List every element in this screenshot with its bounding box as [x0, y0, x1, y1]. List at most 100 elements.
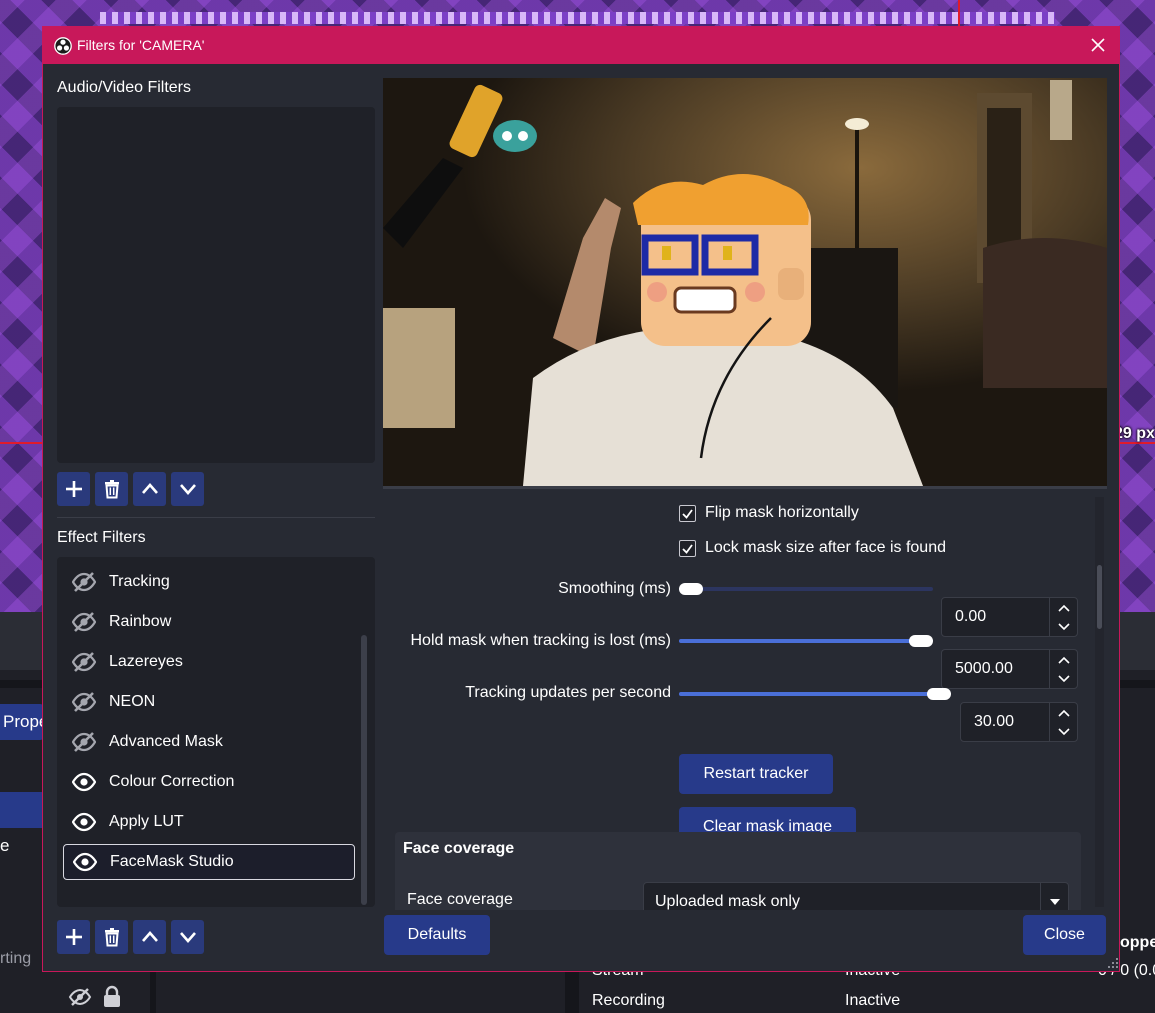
slider-fill — [679, 639, 921, 643]
effect-filter-item[interactable]: Rainbow — [63, 604, 355, 640]
eye-hidden-icon[interactable] — [71, 612, 97, 632]
defaults-button[interactable]: Defaults — [384, 915, 490, 955]
audio-video-filter-list[interactable] — [57, 107, 375, 463]
effect-filter-label: Colour Correction — [109, 773, 235, 790]
tracking-ups-label: Tracking updates per second — [465, 684, 671, 701]
lock-icon[interactable] — [101, 985, 123, 1009]
checkmark-icon — [682, 508, 693, 519]
effect-list-scrollbar[interactable] — [361, 635, 367, 905]
spin-arrows — [1049, 650, 1077, 688]
slider-handle[interactable] — [679, 583, 703, 595]
effect-filter-item[interactable]: Apply LUT — [63, 804, 355, 840]
lock-mask-label: Lock mask size after face is found — [705, 539, 946, 556]
hold-mask-spinbox[interactable]: 5000.00 — [941, 649, 1078, 689]
dock-separator — [565, 970, 579, 1013]
chevron-up-icon — [1057, 656, 1070, 664]
checkmark-icon — [682, 543, 693, 554]
resize-grip-icon[interactable] — [1107, 957, 1119, 969]
spin-up-button[interactable] — [1050, 650, 1077, 669]
section-divider — [57, 517, 375, 518]
lock-mask-checkbox-row[interactable]: Lock mask size after face is found — [679, 539, 946, 557]
properties-button[interactable]: Prope — [0, 704, 44, 740]
close-button[interactable]: Close — [1023, 915, 1106, 955]
eye-hidden-icon[interactable] — [71, 572, 97, 592]
remove-effect-button[interactable] — [95, 920, 128, 954]
move-up-button[interactable] — [133, 472, 166, 506]
flip-mask-label: Flip mask horizontally — [705, 504, 859, 521]
stats-recording-label: Recording — [592, 992, 665, 1009]
tracking-ups-slider[interactable] — [679, 685, 951, 703]
flip-mask-checkbox-row[interactable]: Flip mask horizontally — [679, 504, 859, 522]
hold-mask-value[interactable]: 5000.00 — [942, 660, 1049, 678]
dialog-title: Filters for 'CAMERA' — [77, 37, 205, 53]
effect-filter-label: Tracking — [109, 573, 170, 590]
eye-icon[interactable] — [71, 812, 97, 832]
smoothing-spinbox[interactable]: 0.00 — [941, 597, 1078, 637]
chevron-down-icon — [1057, 727, 1070, 735]
dropdown-button[interactable] — [1040, 883, 1068, 910]
spin-up-button[interactable] — [1050, 598, 1077, 617]
face-coverage-group-title: Face coverage — [403, 840, 515, 857]
caret-down-icon — [1049, 899, 1060, 905]
spin-up-button[interactable] — [1050, 703, 1077, 722]
move-effect-down-button[interactable] — [171, 920, 204, 954]
lock-mask-checkbox[interactable] — [679, 539, 696, 557]
filters-dialog: Filters for 'CAMERA' Audio/Video Filters… — [42, 26, 1120, 972]
scene-selected-row[interactable] — [0, 792, 44, 828]
spin-down-button[interactable] — [1050, 669, 1077, 688]
effect-filter-item[interactable]: Advanced Mask — [63, 724, 355, 760]
chevron-up-icon — [1057, 604, 1070, 612]
effect-filter-label: Lazereyes — [109, 653, 183, 670]
canvas-source-edge — [100, 12, 1055, 24]
scene-row-text-starting: rting — [0, 950, 32, 967]
spin-down-button[interactable] — [1050, 722, 1077, 741]
tracking-ups-spinbox[interactable]: 30.00 — [960, 702, 1078, 742]
trash-icon — [104, 928, 119, 947]
spin-arrows — [1049, 703, 1077, 741]
pixel-face-mask — [633, 174, 811, 346]
effect-filter-item[interactable]: Lazereyes — [63, 644, 355, 680]
eye-hidden-icon[interactable] — [71, 652, 97, 672]
move-effect-up-button[interactable] — [133, 920, 166, 954]
smoothing-slider[interactable] — [679, 580, 933, 598]
slider-handle[interactable] — [927, 688, 951, 700]
effect-filter-item[interactable]: Tracking — [63, 564, 355, 600]
spin-down-button[interactable] — [1050, 617, 1077, 636]
effect-filter-item[interactable]: NEON — [63, 684, 355, 720]
smoothing-value[interactable]: 0.00 — [942, 608, 1049, 626]
trash-icon — [104, 480, 119, 499]
effect-filters-label: Effect Filters — [57, 529, 146, 546]
close-icon[interactable] — [1089, 36, 1107, 54]
hold-mask-label: Hold mask when tracking is lost (ms) — [410, 632, 671, 649]
add-effect-button[interactable] — [57, 920, 90, 954]
dock-separator — [150, 970, 156, 1013]
obs-logo-icon — [54, 37, 72, 55]
chevron-up-icon — [1057, 709, 1070, 717]
remove-filter-button[interactable] — [95, 472, 128, 506]
move-down-button[interactable] — [171, 472, 204, 506]
eye-icon[interactable] — [72, 852, 98, 872]
eye-hidden-icon[interactable] — [71, 692, 97, 712]
add-filter-button[interactable] — [57, 472, 90, 506]
face-coverage-select[interactable]: Uploaded mask only — [643, 882, 1069, 910]
flip-mask-checkbox[interactable] — [679, 504, 696, 522]
camera-preview-image — [383, 78, 1107, 486]
slider-fill — [679, 692, 939, 696]
stats-recording-value: Inactive — [845, 992, 901, 1009]
restart-tracker-button[interactable]: Restart tracker — [679, 754, 833, 794]
effect-filter-label: FaceMask Studio — [110, 853, 234, 870]
dialog-titlebar[interactable]: Filters for 'CAMERA' — [43, 27, 1119, 64]
tracking-ups-value[interactable]: 30.00 — [961, 713, 1049, 731]
eye-hidden-icon[interactable] — [68, 985, 92, 1009]
effect-filter-item[interactable]: Colour Correction — [63, 764, 355, 800]
slider-handle[interactable] — [909, 635, 933, 647]
chevron-down-icon — [179, 484, 196, 495]
eye-hidden-icon[interactable] — [71, 732, 97, 752]
preview-splitter[interactable] — [383, 486, 1107, 489]
plus-icon — [65, 929, 82, 945]
alignment-guide-vertical — [958, 0, 960, 28]
hold-mask-slider[interactable] — [679, 632, 933, 650]
effect-filter-item[interactable]: FaceMask Studio — [63, 844, 355, 880]
spin-arrows — [1049, 598, 1077, 636]
eye-icon[interactable] — [71, 772, 97, 792]
